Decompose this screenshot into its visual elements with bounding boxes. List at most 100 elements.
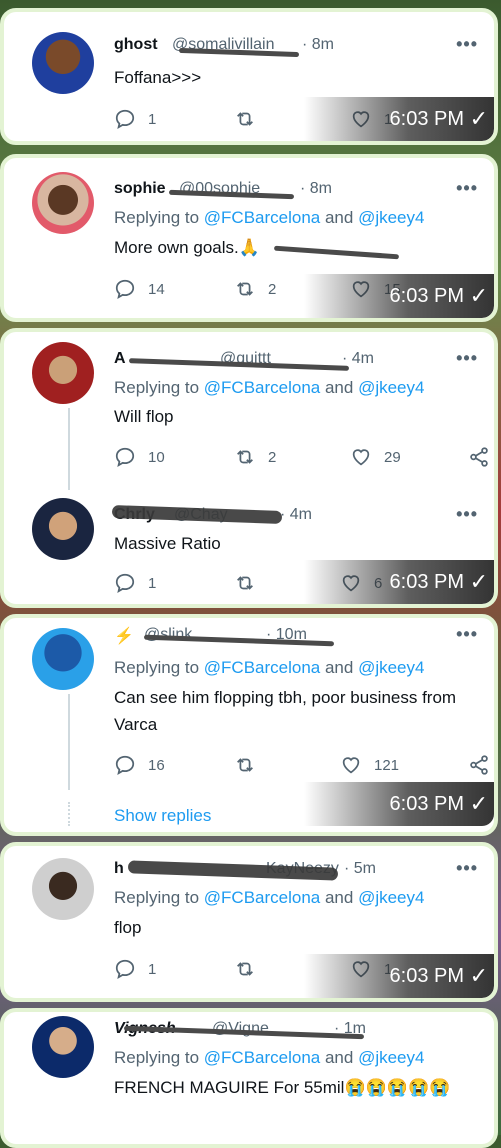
tweet-time[interactable]: · 4m: [280, 506, 312, 524]
display-name[interactable]: ⚡: [114, 626, 134, 646]
more-icon[interactable]: •••: [456, 178, 478, 199]
reply-count: 1: [148, 960, 157, 978]
tweet-card[interactable]: h KayNeezy · 5m ••• Replying to @FCBarce…: [0, 842, 498, 1002]
reply-button[interactable]: 1: [114, 958, 156, 980]
avatar[interactable]: [32, 628, 94, 690]
avatar[interactable]: [32, 32, 94, 94]
reply-button[interactable]: 10: [114, 446, 165, 468]
mention-link[interactable]: @jkeey4: [358, 208, 424, 227]
reply-count: 14: [148, 280, 165, 298]
tweet-card[interactable]: ghost @somalivillain · 8m ••• Foffana>>>…: [0, 8, 498, 145]
share-button[interactable]: [468, 446, 498, 468]
stamp-time: 6:03 PM: [389, 793, 464, 815]
avatar[interactable]: [32, 342, 94, 404]
stamp-time: 6:03 PM: [389, 285, 464, 307]
tweet-time[interactable]: · 1m: [334, 1020, 366, 1038]
retweet-icon: [234, 108, 256, 130]
reply-button[interactable]: 1: [114, 108, 156, 130]
stamp-time: 6:03 PM: [389, 965, 464, 987]
avatar[interactable]: [32, 1016, 94, 1078]
tweet-time[interactable]: · 8m: [300, 180, 332, 198]
message-time-stamp: 6:03 PM ✓: [304, 782, 494, 826]
mention-link[interactable]: @jkeey4: [358, 658, 424, 677]
reply-icon: [114, 572, 136, 594]
reply-button[interactable]: 14: [114, 278, 165, 300]
more-icon[interactable]: •••: [456, 34, 478, 55]
reply-count: 10: [148, 448, 165, 466]
like-icon: [340, 754, 362, 776]
display-name[interactable]: h: [114, 860, 124, 878]
mention-link[interactable]: @jkeey4: [358, 888, 424, 907]
tweet-actions: 16 121: [114, 754, 494, 778]
avatar[interactable]: [32, 498, 94, 560]
replying-to: Replying to @FCBarcelona and @jkeey4: [114, 208, 425, 227]
replying-to: Replying to @FCBarcelona and @jkeey4: [114, 378, 425, 397]
like-button[interactable]: 121: [340, 754, 399, 776]
reply-button[interactable]: 1: [114, 572, 156, 594]
reply-icon: [114, 958, 136, 980]
check-icon: ✓: [469, 283, 488, 308]
thread-dots: [68, 802, 72, 826]
retweet-button[interactable]: [234, 958, 268, 980]
like-count: 29: [384, 448, 401, 466]
retweet-icon: [234, 754, 256, 776]
reply-icon: [114, 446, 136, 468]
tweet-card[interactable]: Vignesh @Vigne · 1m Replying to @FCBarce…: [0, 1008, 498, 1148]
tweet-time[interactable]: · 8m: [302, 36, 334, 54]
retweet-button[interactable]: [234, 754, 268, 776]
retweet-button[interactable]: [234, 572, 268, 594]
reply-button[interactable]: 16: [114, 754, 165, 776]
retweet-button[interactable]: 2: [234, 446, 276, 468]
display-name[interactable]: A: [114, 350, 126, 368]
display-name[interactable]: ghost: [114, 36, 158, 54]
avatar[interactable]: [32, 172, 94, 234]
reply-icon: [114, 754, 136, 776]
check-icon: ✓: [469, 106, 488, 131]
more-icon[interactable]: •••: [456, 624, 478, 645]
share-icon: [468, 754, 490, 776]
replying-to: Replying to @FCBarcelona and @jkeey4: [114, 1048, 425, 1067]
redaction-scribble: [178, 47, 300, 58]
mention-link[interactable]: @FCBarcelona: [204, 658, 320, 677]
thread-line: [68, 408, 70, 490]
share-button[interactable]: [468, 754, 498, 776]
display-name[interactable]: sophie: [114, 180, 166, 198]
check-icon: ✓: [469, 569, 488, 594]
avatar[interactable]: [32, 858, 94, 920]
tweet-text: FRENCH MAGUIRE For 55mil😭😭😭😭😭: [114, 1078, 451, 1097]
mention-link[interactable]: @FCBarcelona: [204, 208, 320, 227]
mention-link[interactable]: @jkeey4: [358, 378, 424, 397]
tweet-card[interactable]: sophie @00sophie · 8m ••• Replying to @F…: [0, 154, 498, 322]
tweet-text: Foffana>>>: [114, 68, 202, 87]
tweet-text: Will flop: [114, 407, 174, 426]
message-time-stamp: 6:03 PM ✓: [304, 97, 494, 141]
more-icon[interactable]: •••: [456, 858, 478, 879]
show-replies-link[interactable]: Show replies: [114, 806, 211, 826]
reply-icon: [114, 108, 136, 130]
more-icon[interactable]: •••: [456, 348, 478, 369]
tweet-card[interactable]: ⚡ @slink · 10m ••• Replying to @FCBarcel…: [0, 614, 498, 836]
retweet-button[interactable]: 2: [234, 278, 276, 300]
retweet-button[interactable]: [234, 108, 268, 130]
check-icon: ✓: [469, 963, 488, 988]
mention-link[interactable]: @FCBarcelona: [204, 1048, 320, 1067]
replying-to: Replying to @FCBarcelona and @jkeey4: [114, 888, 425, 907]
tweet-card[interactable]: A @quittt · 4m ••• Replying to @FCBarcel…: [0, 328, 498, 608]
tweet-time[interactable]: · 4m: [342, 350, 374, 368]
tweet-time[interactable]: · 5m: [344, 860, 376, 878]
reply-count: 16: [148, 756, 165, 774]
tweet-text: Can see him flopping tbh, poor business …: [114, 688, 457, 734]
like-button[interactable]: 29: [350, 446, 401, 468]
retweet-count: 2: [268, 448, 277, 466]
check-icon: ✓: [469, 791, 488, 816]
mention-link[interactable]: @jkeey4: [358, 1048, 424, 1067]
thread-line: [68, 694, 70, 790]
retweet-icon: [234, 958, 256, 980]
mention-link[interactable]: @FCBarcelona: [204, 378, 320, 397]
more-icon[interactable]: •••: [456, 504, 478, 525]
like-icon: [350, 446, 372, 468]
tweet-time[interactable]: · 10m: [266, 626, 307, 644]
retweet-icon: [234, 278, 256, 300]
mention-link[interactable]: @FCBarcelona: [204, 888, 320, 907]
message-time-stamp: 6:03 PM ✓: [304, 560, 494, 604]
